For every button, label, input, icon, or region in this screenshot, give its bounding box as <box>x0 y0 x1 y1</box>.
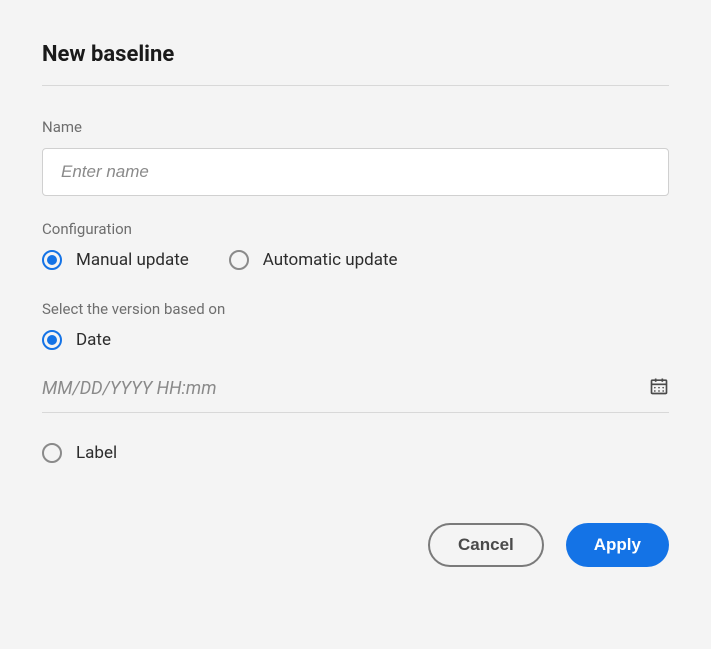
radio-icon <box>42 443 62 463</box>
radio-label-automatic: Automatic update <box>263 250 398 270</box>
configuration-label: Configuration <box>42 220 669 238</box>
date-input-row[interactable]: MM/DD/YYYY HH:mm <box>42 376 669 413</box>
calendar-icon[interactable] <box>649 376 669 400</box>
radio-icon <box>229 250 249 270</box>
radio-label[interactable]: Label <box>42 443 669 463</box>
title-divider <box>42 85 669 86</box>
dialog-button-row: Cancel Apply <box>42 523 669 567</box>
radio-manual-update[interactable]: Manual update <box>42 250 189 270</box>
radio-automatic-update[interactable]: Automatic update <box>229 250 398 270</box>
radio-icon <box>42 330 62 350</box>
radio-date[interactable]: Date <box>42 330 669 350</box>
name-input[interactable] <box>42 148 669 196</box>
name-field-label: Name <box>42 118 669 136</box>
radio-icon <box>42 250 62 270</box>
cancel-button[interactable]: Cancel <box>428 523 544 567</box>
apply-button[interactable]: Apply <box>566 523 669 567</box>
radio-label-manual: Manual update <box>76 250 189 270</box>
configuration-radio-group: Manual update Automatic update <box>42 250 669 270</box>
radio-label-label: Label <box>76 443 117 463</box>
version-section-label: Select the version based on <box>42 300 669 318</box>
date-placeholder: MM/DD/YYYY HH:mm <box>42 378 217 399</box>
version-radio-group: Date MM/DD/YYYY HH:mm Label <box>42 330 669 463</box>
dialog-title: New baseline <box>42 42 669 67</box>
radio-label-date: Date <box>76 330 111 350</box>
